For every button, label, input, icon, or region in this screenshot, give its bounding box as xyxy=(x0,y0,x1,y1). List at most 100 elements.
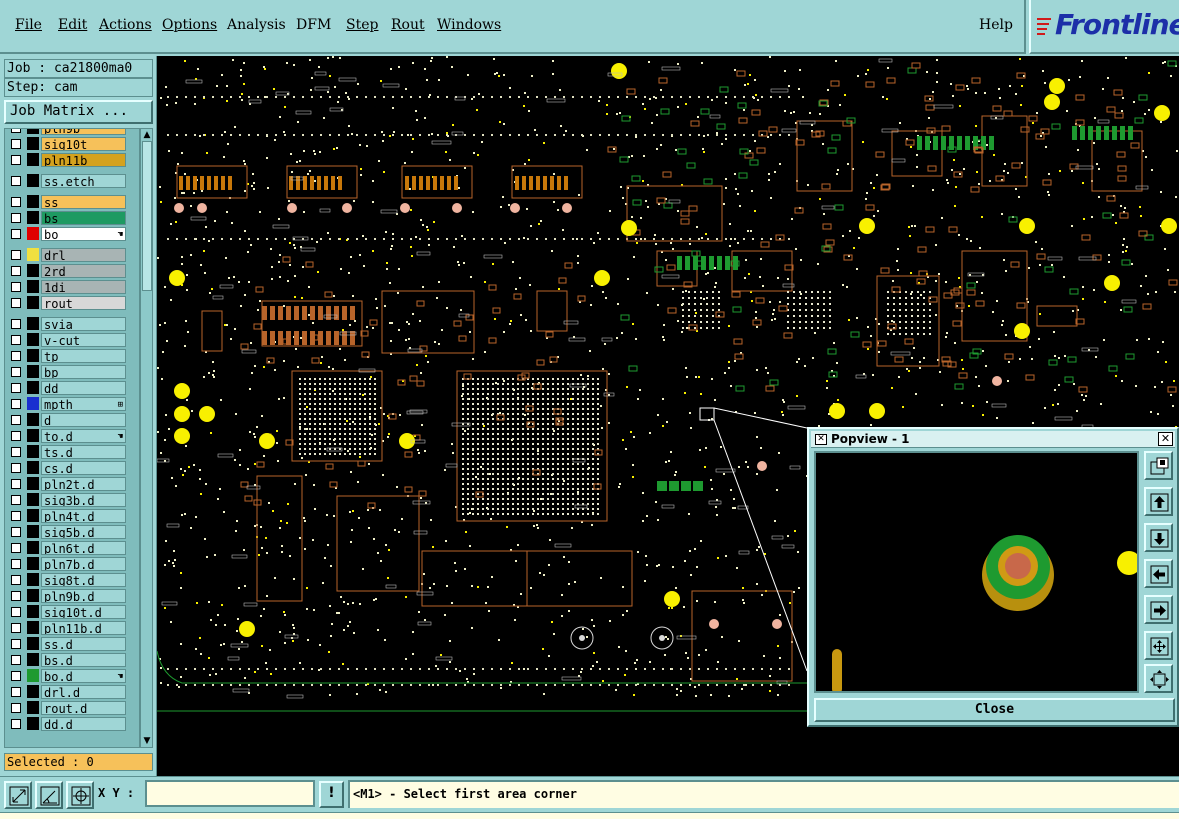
layer-checkbox[interactable] xyxy=(11,319,21,329)
layer-checkbox[interactable] xyxy=(11,335,21,345)
layer-name-label[interactable]: drl.d xyxy=(41,685,126,699)
layer-name-label[interactable]: sig3b.d xyxy=(41,493,126,507)
layer-row-to-d[interactable]: to.d ☚ xyxy=(5,428,139,444)
layer-name-label[interactable]: sig5b.d xyxy=(41,525,126,539)
layer-checkbox[interactable] xyxy=(11,229,21,239)
layer-color-swatch[interactable] xyxy=(27,137,39,150)
menu-rout[interactable]: Rout xyxy=(391,17,425,33)
layer-checkbox[interactable] xyxy=(11,129,21,133)
layer-color-swatch[interactable] xyxy=(27,349,39,362)
layer-name-label[interactable]: bs.d xyxy=(41,653,126,667)
layer-checkbox[interactable] xyxy=(11,266,21,276)
layer-row-pln6t-d[interactable]: pln6t.d xyxy=(5,540,139,556)
layer-name-label[interactable]: d xyxy=(41,413,126,427)
layer-color-swatch[interactable] xyxy=(27,573,39,586)
popview-pan-right-tool[interactable] xyxy=(1144,595,1173,624)
menu-options[interactable]: Options xyxy=(162,17,217,33)
layer-color-swatch[interactable] xyxy=(27,174,39,187)
layer-row-dd-d[interactable]: dd.d xyxy=(5,716,139,732)
layer-name-label[interactable]: ts.d xyxy=(41,445,126,459)
layer-checkbox[interactable] xyxy=(11,527,21,537)
layer-row-mpth[interactable]: mpth ⊞ xyxy=(5,396,139,412)
layer-checkbox[interactable] xyxy=(11,511,21,521)
layer-color-swatch[interactable] xyxy=(27,621,39,634)
layer-row-2rd[interactable]: 2rd xyxy=(5,263,139,279)
popview-close-icon[interactable]: ✕ xyxy=(1158,432,1173,446)
layer-name-label[interactable]: ss.etch xyxy=(41,174,126,188)
popview-zoom-view[interactable] xyxy=(814,451,1139,693)
layer-color-swatch[interactable] xyxy=(27,317,39,330)
layer-checkbox[interactable] xyxy=(11,298,21,308)
layer-checkbox[interactable] xyxy=(11,463,21,473)
layer-row-pln9b[interactable]: pln9b xyxy=(5,129,139,136)
layer-checkbox[interactable] xyxy=(11,479,21,489)
layer-name-label[interactable]: pln9b.d xyxy=(41,589,126,603)
measure-tool-button[interactable] xyxy=(4,781,32,809)
layer-name-label[interactable]: 1di xyxy=(41,280,126,294)
layer-color-swatch[interactable] xyxy=(27,365,39,378)
layer-checkbox[interactable] xyxy=(11,282,21,292)
layer-row-bs[interactable]: bs xyxy=(5,210,139,226)
popview-zoom-in-tool[interactable] xyxy=(1144,631,1173,660)
layer-row-bp[interactable]: bp xyxy=(5,364,139,380)
layer-name-label[interactable]: ss.d xyxy=(41,637,126,651)
layer-name-label[interactable]: dd xyxy=(41,381,126,395)
layer-row-sig10t-d[interactable]: sig10t.d xyxy=(5,604,139,620)
layer-checkbox[interactable] xyxy=(11,687,21,697)
layer-name-label[interactable]: rout.d xyxy=(41,701,126,715)
layer-row-pln11b[interactable]: pln11b xyxy=(5,152,139,168)
layer-color-swatch[interactable] xyxy=(27,248,39,261)
layer-name-label[interactable]: ss xyxy=(41,195,126,209)
layer-checkbox[interactable] xyxy=(11,575,21,585)
menu-step[interactable]: Step xyxy=(346,17,378,33)
menu-help[interactable]: Help xyxy=(979,17,1013,33)
layer-row-ts-d[interactable]: ts.d xyxy=(5,444,139,460)
layer-checkbox[interactable] xyxy=(11,655,21,665)
layer-checkbox[interactable] xyxy=(11,155,21,165)
popview-pan-down-tool[interactable] xyxy=(1144,523,1173,552)
layer-list-scrollbar[interactable]: ▲ ▼ xyxy=(140,128,153,748)
layer-name-label[interactable]: 2rd xyxy=(41,264,126,278)
layer-checkbox[interactable] xyxy=(11,431,21,441)
layer-row-pln11b-d[interactable]: pln11b.d xyxy=(5,620,139,636)
layer-name-label[interactable]: sig10t.d xyxy=(41,605,126,619)
layer-row-v-cut[interactable]: v-cut xyxy=(5,332,139,348)
layer-checkbox[interactable] xyxy=(11,719,21,729)
layer-checkbox[interactable] xyxy=(11,703,21,713)
layer-checkbox[interactable] xyxy=(11,250,21,260)
layer-row-dd[interactable]: dd xyxy=(5,380,139,396)
layer-color-swatch[interactable] xyxy=(27,557,39,570)
popview-titlebar[interactable]: ✕ Popview - 1 ✕ xyxy=(811,431,1175,448)
layer-color-swatch[interactable] xyxy=(27,381,39,394)
layer-checkbox[interactable] xyxy=(11,399,21,409)
layer-row-ss[interactable]: ss xyxy=(5,194,139,210)
layer-name-label[interactable]: bs xyxy=(41,211,126,225)
layer-color-swatch[interactable] xyxy=(27,685,39,698)
layer-name-label[interactable]: pln11b xyxy=(41,153,126,167)
layer-checkbox[interactable] xyxy=(11,671,21,681)
layer-name-label[interactable]: pln7b.d xyxy=(41,557,126,571)
layer-row-sig3b-d[interactable]: sig3b.d xyxy=(5,492,139,508)
snap-grid-tool-button[interactable] xyxy=(66,781,94,809)
menu-file[interactable]: File xyxy=(15,17,42,33)
layer-checkbox[interactable] xyxy=(11,197,21,207)
layer-name-label[interactable]: v-cut xyxy=(41,333,126,347)
menu-windows[interactable]: Windows xyxy=(437,17,501,33)
layer-color-swatch[interactable] xyxy=(27,637,39,650)
layer-color-swatch[interactable] xyxy=(27,669,39,682)
layer-color-swatch[interactable] xyxy=(27,701,39,714)
layer-color-swatch[interactable] xyxy=(27,153,39,166)
layer-color-swatch[interactable] xyxy=(27,413,39,426)
layer-row-bo-d[interactable]: bo.d ☚ xyxy=(5,668,139,684)
layer-row-pln4t-d[interactable]: pln4t.d xyxy=(5,508,139,524)
scroll-down-icon[interactable]: ▼ xyxy=(142,736,152,746)
layer-row-rout-d[interactable]: rout.d xyxy=(5,700,139,716)
layer-color-swatch[interactable] xyxy=(27,525,39,538)
layer-color-swatch[interactable] xyxy=(27,477,39,490)
layer-color-swatch[interactable] xyxy=(27,461,39,474)
layer-row-sig5b-d[interactable]: sig5b.d xyxy=(5,524,139,540)
layer-row-drl-d[interactable]: drl.d xyxy=(5,684,139,700)
scroll-thumb[interactable] xyxy=(142,141,152,291)
menu-edit[interactable]: Edit xyxy=(58,17,87,33)
layer-color-swatch[interactable] xyxy=(27,541,39,554)
